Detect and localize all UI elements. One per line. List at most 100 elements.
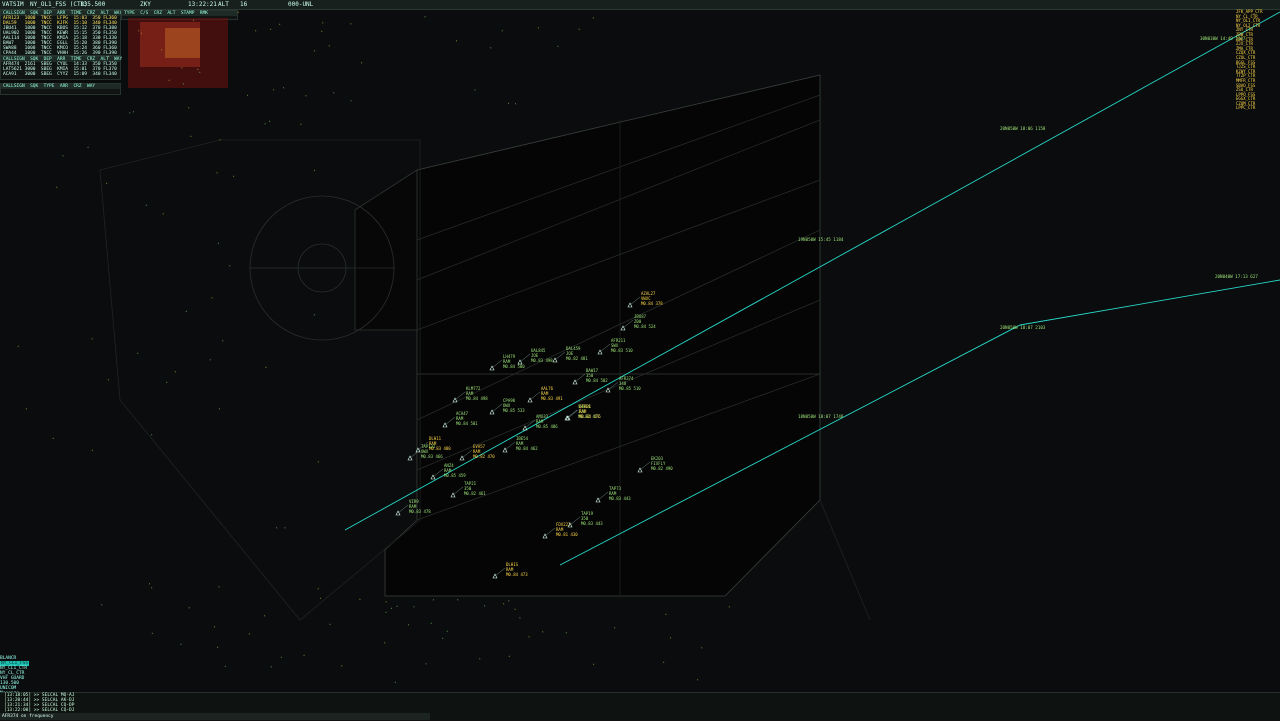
controller-entry[interactable]: LPPC_CTR	[1236, 106, 1280, 111]
background-target: ▴	[484, 604, 486, 608]
background-target: ▴	[107, 377, 109, 381]
background-target: ▴	[701, 645, 703, 649]
datablock-text: M0.85 486	[536, 424, 558, 429]
background-target: ▴	[209, 357, 211, 361]
background-target: ▴	[515, 102, 517, 106]
background-target: ▴	[350, 21, 352, 25]
background-target: ▴	[174, 369, 176, 373]
clock-label: 13:22:21	[188, 1, 217, 8]
background-target: ▴	[273, 88, 275, 92]
datablock-text: M0.83 466	[421, 454, 443, 459]
status-panel: BLANCR NY_CL1_FSS NY_CL1_CTR NY_CL_CTR V…	[0, 656, 40, 696]
background-target: ▴	[248, 631, 250, 635]
datablock-text: M0.81 430	[556, 532, 578, 537]
datablock-text: M0.83 498	[531, 358, 553, 363]
background-target: ▴	[17, 344, 19, 348]
datablock-text: M0.83 478	[409, 509, 431, 514]
background-target: ▴	[188, 606, 190, 610]
background-target: ▴	[151, 586, 153, 590]
background-target: ▴	[474, 88, 476, 92]
background-target: ▴	[537, 26, 539, 30]
datablock-text: M0.85 459	[444, 473, 466, 478]
leader-line	[397, 504, 409, 514]
background-target: ▴	[145, 203, 147, 207]
background-target: ▴	[592, 16, 594, 20]
background-target: ▴	[305, 94, 307, 98]
waypoint-labels: 20N050W 18:06 1158 19N050W 15:45 1184 18…	[798, 36, 1258, 419]
waypoint-label: 20N050W 18:06 1158	[1000, 126, 1046, 131]
background-target: ▴	[425, 662, 427, 666]
background-target: ▴	[396, 604, 398, 608]
background-target: ▴	[501, 29, 503, 33]
background-target: ▴	[219, 138, 221, 142]
background-target: ▴	[168, 78, 170, 82]
datablock-text: M0.85 533	[503, 408, 525, 413]
weather-returns	[128, 18, 228, 88]
visibility-label[interactable]: 000-UNL	[288, 0, 313, 9]
datablock-text: M0.84 502	[586, 378, 608, 383]
background-target: ▴	[216, 171, 218, 175]
datablock-text: M0.83 443	[581, 521, 603, 526]
altitude-label[interactable]: ALT	[218, 0, 229, 9]
background-target: ▴	[578, 27, 580, 31]
background-target: ▴	[98, 35, 100, 39]
background-target: ▴	[313, 313, 315, 317]
background-target: ▴	[264, 122, 266, 126]
background-target: ▴	[280, 655, 282, 659]
background-target: ▴	[479, 657, 481, 661]
waypoint-label: 20N040W 17:13 627	[1215, 274, 1258, 279]
background-target: ▴	[430, 621, 432, 625]
background-target: ▴	[87, 145, 89, 149]
range-label[interactable]: 16	[240, 0, 247, 9]
background-target: ▴	[91, 448, 93, 452]
background-target: ▴	[188, 106, 190, 110]
menu-button[interactable]: VATSIM	[2, 0, 24, 9]
background-target: ▴	[73, 37, 75, 41]
background-target: ▴	[106, 181, 108, 185]
background-target: ▴	[265, 365, 267, 369]
background-target: ▴	[333, 91, 335, 95]
background-target: ▴	[593, 662, 595, 666]
background-target: ▴	[446, 629, 448, 633]
background-target: ▴	[91, 336, 93, 340]
background-target: ▴	[193, 18, 195, 22]
datablock-text: M0.84 473	[506, 572, 528, 577]
background-target: ▴	[320, 596, 322, 600]
background-target: ▴	[408, 622, 410, 626]
background-target: ▴	[697, 678, 699, 682]
background-target: ▴	[413, 605, 415, 609]
background-target: ▴	[328, 44, 330, 48]
background-target: ▴	[181, 66, 183, 70]
background-target: ▴	[442, 636, 444, 640]
background-target: ▴	[276, 526, 278, 530]
background-target: ▴	[197, 67, 199, 71]
background-target: ▴	[385, 599, 387, 603]
background-target: ▴	[303, 653, 305, 657]
controller-list[interactable]: JFK_APP_CTR NY_CL_CTR NY_OL1_CTR NY_OL2_CTR…	[1236, 9, 1280, 111]
frequency-label[interactable]: 135.500	[80, 0, 105, 9]
background-target: ▴	[270, 27, 272, 31]
background-target: ▴	[217, 645, 219, 649]
background-target: ▴	[528, 635, 530, 639]
background-target: ▴	[229, 264, 231, 268]
background-target: ▴	[166, 380, 168, 384]
background-target: ▴	[218, 584, 220, 588]
waypoint-label: 20N050W 18:07 2103	[1000, 325, 1046, 330]
background-target: ▴	[313, 48, 315, 52]
background-target: ▴	[162, 212, 164, 216]
background-target: ▴	[284, 526, 286, 530]
background-target: ▴	[456, 38, 458, 42]
background-target: ▴	[149, 582, 151, 586]
background-target: ▴	[52, 436, 54, 440]
datablock-text: M0.84 462	[516, 446, 538, 451]
background-target: ▴	[224, 664, 226, 668]
command-input[interactable]: AFR374 on frequency	[0, 713, 430, 720]
background-target: ▴	[108, 54, 110, 58]
background-target: ▴	[384, 640, 386, 644]
background-target: ▴	[503, 602, 505, 606]
sector-outlines	[99, 74, 871, 621]
background-target: ▴	[129, 111, 131, 115]
radar-scope[interactable]: 20N050W 18:06 1158 19N050W 15:45 1184 18…	[0, 9, 1280, 692]
background-target: ▴	[182, 82, 184, 86]
background-target: ▴	[62, 154, 64, 158]
